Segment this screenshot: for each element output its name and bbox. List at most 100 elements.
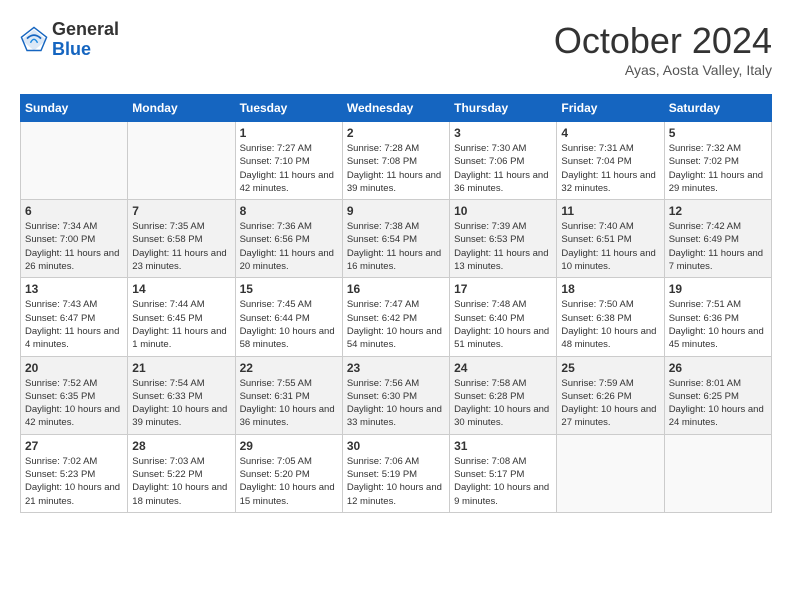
week-row-5: 27 Sunrise: 7:02 AM Sunset: 5:23 PM Dayli…	[21, 434, 772, 512]
day-info: Sunrise: 7:30 AM Sunset: 7:06 PM Dayligh…	[454, 142, 552, 195]
day-info: Sunrise: 7:52 AM Sunset: 6:35 PM Dayligh…	[25, 377, 123, 430]
day-number: 30	[347, 439, 445, 453]
calendar-cell: 13Sunrise: 7:43 AM Sunset: 6:47 PM Dayli…	[21, 278, 128, 356]
day-number: 15	[240, 282, 338, 296]
day-info: Sunrise: 7:59 AM Sunset: 6:26 PM Dayligh…	[561, 377, 659, 430]
calendar-cell	[557, 434, 664, 512]
week-row-1: 1 Sunrise: 7:27 AM Sunset: 7:10 PM Daylig…	[21, 122, 772, 200]
calendar-cell: 16 Sunrise: 7:47 AM Sunset: 6:42 PM Dayli…	[342, 278, 449, 356]
day-info: Sunrise: 7:50 AM Sunset: 6:38 PM Dayligh…	[561, 298, 659, 351]
day-number: 11	[561, 204, 659, 218]
column-header-monday: Monday	[128, 95, 235, 122]
column-header-friday: Friday	[557, 95, 664, 122]
page-header: General Blue October 2024 Ayas, Aosta Va…	[20, 20, 772, 78]
week-row-2: 6Sunrise: 7:34 AM Sunset: 7:00 PM Daylig…	[21, 200, 772, 278]
day-info: Sunrise: 7:58 AM Sunset: 6:28 PM Dayligh…	[454, 377, 552, 430]
calendar-cell: 2 Sunrise: 7:28 AM Sunset: 7:08 PM Daylig…	[342, 122, 449, 200]
calendar-cell: 8 Sunrise: 7:36 AM Sunset: 6:56 PM Daylig…	[235, 200, 342, 278]
day-number: 29	[240, 439, 338, 453]
day-info: Sunrise: 7:36 AM Sunset: 6:56 PM Dayligh…	[240, 220, 338, 273]
day-number: 4	[561, 126, 659, 140]
calendar-cell: 4 Sunrise: 7:31 AM Sunset: 7:04 PM Daylig…	[557, 122, 664, 200]
calendar-cell: 11Sunrise: 7:40 AM Sunset: 6:51 PM Dayli…	[557, 200, 664, 278]
day-info: Sunrise: 7:45 AM Sunset: 6:44 PM Dayligh…	[240, 298, 338, 351]
day-number: 28	[132, 439, 230, 453]
calendar-cell: 14 Sunrise: 7:44 AM Sunset: 6:45 PM Dayli…	[128, 278, 235, 356]
day-number: 9	[347, 204, 445, 218]
day-info: Sunrise: 7:27 AM Sunset: 7:10 PM Dayligh…	[240, 142, 338, 195]
calendar-cell: 7Sunrise: 7:35 AM Sunset: 6:58 PM Daylig…	[128, 200, 235, 278]
calendar-cell: 26 Sunrise: 8:01 AM Sunset: 6:25 PM Dayli…	[664, 356, 771, 434]
day-info: Sunrise: 7:51 AM Sunset: 6:36 PM Dayligh…	[669, 298, 767, 351]
logo-icon	[20, 26, 48, 54]
calendar-cell: 9 Sunrise: 7:38 AM Sunset: 6:54 PM Daylig…	[342, 200, 449, 278]
calendar-cell: 27 Sunrise: 7:02 AM Sunset: 5:23 PM Dayli…	[21, 434, 128, 512]
calendar-cell: 15 Sunrise: 7:45 AM Sunset: 6:44 PM Dayli…	[235, 278, 342, 356]
calendar-cell	[128, 122, 235, 200]
day-number: 3	[454, 126, 552, 140]
day-info: Sunrise: 7:56 AM Sunset: 6:30 PM Dayligh…	[347, 377, 445, 430]
calendar-cell: 29Sunrise: 7:05 AM Sunset: 5:20 PM Dayli…	[235, 434, 342, 512]
calendar-table: SundayMondayTuesdayWednesdayThursdayFrid…	[20, 94, 772, 513]
day-info: Sunrise: 7:34 AM Sunset: 7:00 PM Dayligh…	[25, 220, 123, 273]
column-header-thursday: Thursday	[450, 95, 557, 122]
day-number: 8	[240, 204, 338, 218]
week-row-3: 13Sunrise: 7:43 AM Sunset: 6:47 PM Dayli…	[21, 278, 772, 356]
day-info: Sunrise: 8:01 AM Sunset: 6:25 PM Dayligh…	[669, 377, 767, 430]
calendar-cell: 5 Sunrise: 7:32 AM Sunset: 7:02 PM Daylig…	[664, 122, 771, 200]
day-info: Sunrise: 7:02 AM Sunset: 5:23 PM Dayligh…	[25, 455, 123, 508]
calendar-cell: 10Sunrise: 7:39 AM Sunset: 6:53 PM Dayli…	[450, 200, 557, 278]
day-info: Sunrise: 7:42 AM Sunset: 6:49 PM Dayligh…	[669, 220, 767, 273]
day-info: Sunrise: 7:28 AM Sunset: 7:08 PM Dayligh…	[347, 142, 445, 195]
day-number: 16	[347, 282, 445, 296]
day-number: 18	[561, 282, 659, 296]
day-info: Sunrise: 7:44 AM Sunset: 6:45 PM Dayligh…	[132, 298, 230, 351]
header-row: SundayMondayTuesdayWednesdayThursdayFrid…	[21, 95, 772, 122]
calendar-cell: 20 Sunrise: 7:52 AM Sunset: 6:35 PM Dayli…	[21, 356, 128, 434]
day-number: 19	[669, 282, 767, 296]
calendar-body: 1 Sunrise: 7:27 AM Sunset: 7:10 PM Daylig…	[21, 122, 772, 513]
calendar-cell	[664, 434, 771, 512]
day-number: 22	[240, 361, 338, 375]
day-number: 14	[132, 282, 230, 296]
day-number: 31	[454, 439, 552, 453]
calendar-cell: 24Sunrise: 7:58 AM Sunset: 6:28 PM Dayli…	[450, 356, 557, 434]
calendar-cell: 31Sunrise: 7:08 AM Sunset: 5:17 PM Dayli…	[450, 434, 557, 512]
day-number: 2	[347, 126, 445, 140]
calendar-cell: 21 Sunrise: 7:54 AM Sunset: 6:33 PM Dayli…	[128, 356, 235, 434]
day-number: 17	[454, 282, 552, 296]
logo: General Blue	[20, 20, 119, 60]
calendar-cell: 6Sunrise: 7:34 AM Sunset: 7:00 PM Daylig…	[21, 200, 128, 278]
day-info: Sunrise: 7:48 AM Sunset: 6:40 PM Dayligh…	[454, 298, 552, 351]
calendar-header: SundayMondayTuesdayWednesdayThursdayFrid…	[21, 95, 772, 122]
day-info: Sunrise: 7:38 AM Sunset: 6:54 PM Dayligh…	[347, 220, 445, 273]
day-info: Sunrise: 7:47 AM Sunset: 6:42 PM Dayligh…	[347, 298, 445, 351]
title-block: October 2024 Ayas, Aosta Valley, Italy	[554, 20, 772, 78]
day-info: Sunrise: 7:06 AM Sunset: 5:19 PM Dayligh…	[347, 455, 445, 508]
day-number: 27	[25, 439, 123, 453]
day-number: 1	[240, 126, 338, 140]
day-number: 13	[25, 282, 123, 296]
calendar-cell: 30 Sunrise: 7:06 AM Sunset: 5:19 PM Dayli…	[342, 434, 449, 512]
day-info: Sunrise: 7:03 AM Sunset: 5:22 PM Dayligh…	[132, 455, 230, 508]
day-number: 26	[669, 361, 767, 375]
location-subtitle: Ayas, Aosta Valley, Italy	[554, 62, 772, 78]
week-row-4: 20 Sunrise: 7:52 AM Sunset: 6:35 PM Dayli…	[21, 356, 772, 434]
day-number: 5	[669, 126, 767, 140]
day-number: 23	[347, 361, 445, 375]
day-info: Sunrise: 7:32 AM Sunset: 7:02 PM Dayligh…	[669, 142, 767, 195]
calendar-cell: 25Sunrise: 7:59 AM Sunset: 6:26 PM Dayli…	[557, 356, 664, 434]
column-header-wednesday: Wednesday	[342, 95, 449, 122]
day-number: 10	[454, 204, 552, 218]
calendar-cell: 1 Sunrise: 7:27 AM Sunset: 7:10 PM Daylig…	[235, 122, 342, 200]
calendar-cell: 22Sunrise: 7:55 AM Sunset: 6:31 PM Dayli…	[235, 356, 342, 434]
day-info: Sunrise: 7:31 AM Sunset: 7:04 PM Dayligh…	[561, 142, 659, 195]
column-header-sunday: Sunday	[21, 95, 128, 122]
calendar-cell: 17 Sunrise: 7:48 AM Sunset: 6:40 PM Dayli…	[450, 278, 557, 356]
day-info: Sunrise: 7:35 AM Sunset: 6:58 PM Dayligh…	[132, 220, 230, 273]
day-number: 20	[25, 361, 123, 375]
calendar-cell: 12Sunrise: 7:42 AM Sunset: 6:49 PM Dayli…	[664, 200, 771, 278]
calendar-cell: 3 Sunrise: 7:30 AM Sunset: 7:06 PM Daylig…	[450, 122, 557, 200]
day-info: Sunrise: 7:54 AM Sunset: 6:33 PM Dayligh…	[132, 377, 230, 430]
day-number: 21	[132, 361, 230, 375]
